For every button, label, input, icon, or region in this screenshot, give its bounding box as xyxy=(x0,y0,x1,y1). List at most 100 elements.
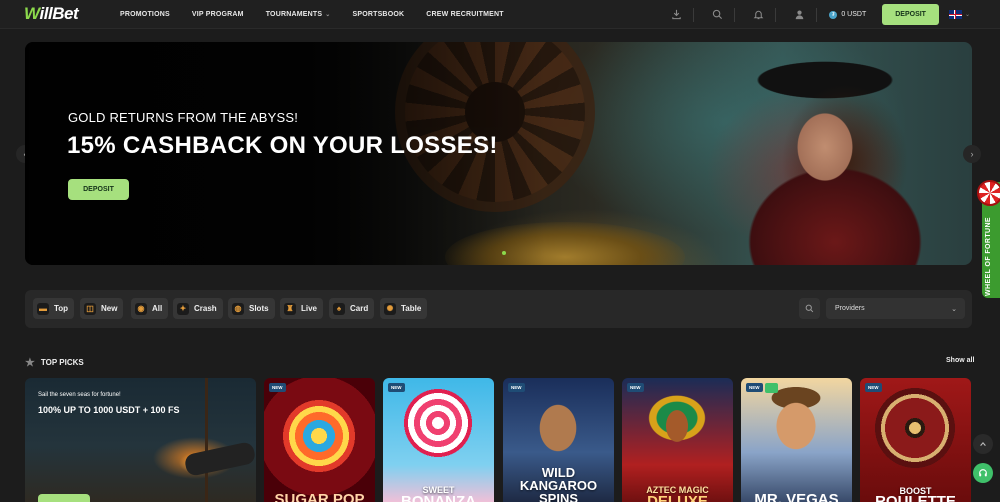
category-filter-bar: ▬ Top ◫ New ◉ All ✦ Crash ◍ Slots ♜ Live ♠ Card… xyxy=(25,290,972,328)
logo[interactable]: WillBet xyxy=(24,4,79,24)
category-slots[interactable]: ◍ Slots xyxy=(228,298,275,319)
game-card-aztec-magic-deluxe[interactable]: NEW AZTEC MAGIC DELUXE xyxy=(622,378,733,502)
top-picks-heading: ★ TOP PICKS xyxy=(25,356,84,369)
hero-subtitle: GOLD RETURNS FROM THE ABYSS! xyxy=(68,110,299,125)
nav-label: TOURNAMENTS xyxy=(265,11,323,18)
new-icon: ◫ xyxy=(84,302,96,315)
chevron-down-icon: ⌄ xyxy=(325,12,331,18)
carousel-dot[interactable] xyxy=(502,251,506,255)
game-card-sugar-pop[interactable]: NEW SUGAR POP xyxy=(264,378,375,502)
user-icon[interactable] xyxy=(788,4,810,26)
top-header: WillBet PROMOTIONS VIP PROGRAM TOURNAMEN… xyxy=(0,0,1000,29)
hero-next-arrow[interactable]: › xyxy=(963,145,981,163)
crash-icon: ✦ xyxy=(177,302,189,315)
wheel-of-fortune-icon[interactable] xyxy=(977,180,1000,206)
category-all[interactable]: ◉ All xyxy=(131,298,169,319)
category-label: Table xyxy=(401,304,422,313)
chevron-down-icon: ⌄ xyxy=(951,305,957,313)
chest-icon: ▬ xyxy=(37,302,49,315)
category-label: Top xyxy=(54,304,69,313)
category-new[interactable]: ◫ New xyxy=(80,298,124,319)
category-label: All xyxy=(152,304,163,313)
hero-deposit-button[interactable]: DEPOSIT xyxy=(68,179,129,200)
game-title-3: SPINS xyxy=(538,491,578,502)
new-badge: NEW xyxy=(269,383,286,392)
category-label: Slots xyxy=(249,304,269,313)
header-actions: ₮ 0 USDT DEPOSIT ⌄ xyxy=(659,0,970,29)
game-card-boost-roulette[interactable]: NEW BOOST ROULETTE xyxy=(860,378,971,502)
all-icon: ◉ xyxy=(135,302,147,315)
game-card-sweet-bonanza[interactable]: NEW SWEET BONANZA xyxy=(383,378,494,502)
new-badge: NEW xyxy=(746,383,763,392)
header-deposit-button[interactable]: DEPOSIT xyxy=(882,4,939,25)
bell-icon[interactable] xyxy=(747,4,769,26)
category-table[interactable]: ✺ Table xyxy=(380,298,428,319)
download-icon[interactable] xyxy=(665,4,687,26)
category-live[interactable]: ♜ Live xyxy=(280,298,324,319)
hero-title: 15% CASHBACK ON YOUR LOSSES! xyxy=(67,132,498,159)
slots-icon: ◍ xyxy=(232,302,244,315)
new-badge: NEW xyxy=(865,383,882,392)
game-search-button[interactable] xyxy=(799,298,820,319)
star-icon: ★ xyxy=(25,357,35,369)
support-chat-button[interactable] xyxy=(973,463,993,483)
nav-vip-program[interactable]: VIP PROGRAM xyxy=(192,11,244,18)
game-title: SUGAR POP xyxy=(274,491,365,502)
providers-select[interactable]: Providers ⌄ xyxy=(826,298,965,319)
scroll-top-button[interactable] xyxy=(973,434,993,454)
game-title: MR. VEGAS xyxy=(754,491,839,502)
game-title-2: BONANZA xyxy=(401,493,476,502)
category-label: New xyxy=(101,304,118,313)
new-badge: NEW xyxy=(627,383,644,392)
new-badge: NEW xyxy=(388,383,405,392)
category-card[interactable]: ♠ Card xyxy=(329,298,375,319)
usdt-coin-icon: ₮ xyxy=(829,10,838,19)
logo-w: W xyxy=(24,4,40,23)
game-title-2: ROULETTE xyxy=(875,493,956,502)
uk-flag-icon[interactable] xyxy=(948,10,962,19)
game-card-wild-kangaroo-spins[interactable]: NEW WILD KANGAROO SPINS xyxy=(503,378,614,502)
pirate-illustration xyxy=(715,42,972,265)
game-card-mr-vegas[interactable]: NEW MR. VEGAS xyxy=(741,378,852,502)
nav-label: VIP PROGRAM xyxy=(191,11,244,18)
search-icon[interactable] xyxy=(706,4,728,26)
ship-mast xyxy=(205,378,208,502)
show-all-link[interactable]: Show all xyxy=(946,357,974,364)
providers-label: Providers xyxy=(835,305,865,312)
balance[interactable]: ₮ 0 USDT xyxy=(829,10,867,19)
live-icon: ♜ xyxy=(284,302,296,315)
divider xyxy=(693,7,695,22)
nav-label: SPORTSBOOK xyxy=(352,11,405,18)
provider-badge xyxy=(765,383,778,393)
divider xyxy=(816,7,818,22)
chevron-up-icon xyxy=(980,441,986,446)
nav-sportsbook[interactable]: SPORTSBOOK xyxy=(352,11,404,18)
nav-promotions[interactable]: PROMOTIONS xyxy=(120,11,170,18)
cannon-illustration xyxy=(183,440,256,478)
divider xyxy=(775,7,777,22)
card-icon: ♠ xyxy=(333,302,345,315)
promo-subtitle: Sail the seven seas for fortune! xyxy=(38,392,121,398)
divider xyxy=(734,7,736,22)
category-crash[interactable]: ✦ Crash xyxy=(173,298,223,319)
balance-value: 0 USDT xyxy=(841,11,867,18)
table-icon: ✺ xyxy=(384,302,396,315)
nav-label: CREW RECRUITMENT xyxy=(426,11,504,18)
wheel-of-fortune-label: WHEEL OF FORTUNE xyxy=(985,217,992,296)
main-nav: PROMOTIONS VIP PROGRAM TOURNAMENTS ⌄ SPOR… xyxy=(120,0,526,29)
new-badge: NEW xyxy=(508,383,525,392)
category-label: Crash xyxy=(194,304,217,313)
category-top[interactable]: ▬ Top xyxy=(33,298,75,319)
hero-banner[interactable]: GOLD RETURNS FROM THE ABYSS! 15% CASHBAC… xyxy=(25,42,972,265)
game-title-2: DELUXE xyxy=(647,493,708,502)
chevron-down-icon[interactable]: ⌄ xyxy=(965,11,970,18)
welcome-promo-card[interactable]: Sail the seven seas for fortune! 100% UP… xyxy=(25,378,256,502)
category-label: Card xyxy=(350,304,369,313)
logo-text: illBet xyxy=(39,4,79,23)
nav-crew-recruitment[interactable]: CREW RECRUITMENT xyxy=(426,11,503,18)
nav-tournaments[interactable]: TOURNAMENTS ⌄ xyxy=(266,11,331,18)
category-label: Live xyxy=(301,304,318,313)
nav-label: PROMOTIONS xyxy=(120,11,170,18)
headset-icon xyxy=(979,469,987,477)
promo-button[interactable] xyxy=(38,494,90,502)
